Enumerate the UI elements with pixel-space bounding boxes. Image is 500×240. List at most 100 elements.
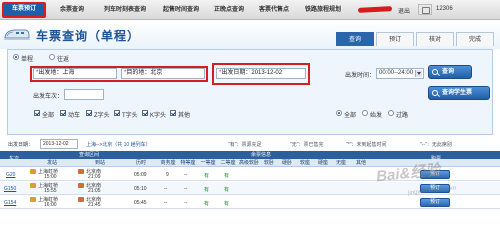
step-verify: 核对 <box>416 32 454 46</box>
train-number[interactable]: G154 <box>4 200 16 206</box>
nav-tab-ticket-booking[interactable]: 车票预订 <box>2 2 46 18</box>
checkbox-k[interactable] <box>142 110 148 116</box>
nav-tab-sale-time[interactable]: 起售时间查询 <box>157 3 205 17</box>
book-button[interactable]: 预订 <box>420 198 450 207</box>
checkbox-emu[interactable] <box>60 110 66 116</box>
table-row: G154 上海虹桥 16:00 北京南 21:45 05:45 -- -- 有 … <box>0 196 500 209</box>
col-query-range: 查询区间 <box>78 152 99 158</box>
checkbox-t[interactable] <box>114 110 120 116</box>
step-book: 预订 <box>376 32 414 46</box>
search-button[interactable]: 查询 <box>428 65 472 79</box>
step-done: 完成 <box>456 32 494 46</box>
to-time: 21:05 <box>88 188 101 194</box>
table-header-main: 车次 查询区间 余票信息 购票 <box>0 151 500 162</box>
page-title: 车票查询（单程） <box>36 29 141 43</box>
special-seats: -- <box>184 200 188 206</box>
legend-sold-out: "无"：票已售完 <box>290 142 324 148</box>
nav-tab-timetable[interactable]: 列车时刻表查询 <box>96 3 154 17</box>
radio-filter-all[interactable] <box>336 110 342 116</box>
page: 车票预订 余票查询 列车时刻表查询 起售时间查询 正晚点查询 客票代售点 铁路旅… <box>0 0 500 213</box>
train-number-label: 出发车次： <box>33 94 64 100</box>
departure-time-label: 出发时间： <box>345 73 376 79</box>
radio-filter-all-label: 全部 <box>344 113 357 119</box>
train-number-input[interactable] <box>64 89 104 100</box>
from-station-input[interactable]: *出发地：上海 <box>33 68 117 79</box>
first-class-seats: 有 <box>204 173 210 179</box>
to-station-input[interactable]: *目的地：北京 <box>121 68 205 79</box>
col-duration: 历时 <box>135 160 146 166</box>
top-navigation: 车票预订 余票查询 列车时刻表查询 起售时间查询 正晚点查询 客票代售点 铁路旅… <box>0 0 500 20</box>
col-first-class: 一等座 <box>200 160 216 166</box>
train-number[interactable]: G150 <box>4 186 16 192</box>
from-time: 15:55 <box>44 188 57 194</box>
special-seats: -- <box>184 186 188 192</box>
from-time: 15:00 <box>44 174 57 180</box>
duration: 05:45 <box>134 200 147 206</box>
checkbox-all-types[interactable] <box>34 110 40 116</box>
second-class-seats: 有 <box>224 201 230 207</box>
second-class-seats: 有 <box>224 187 230 193</box>
radio-filter-origin-label: 始发 <box>370 113 383 119</box>
query-panel: 单程 往返 *出发地：上海 *目的地：北京 *出发日期：2013-12-02 出… <box>7 49 493 135</box>
departure-time-select[interactable]: 00:00--24:00 <box>376 68 424 79</box>
radio-round-trip-label: 往返 <box>57 57 70 63</box>
nav-tab-remaining-tickets[interactable]: 余票查询 <box>50 3 94 17</box>
search-icon <box>432 90 438 96</box>
radio-round-trip[interactable] <box>49 54 55 60</box>
radio-filter-origin[interactable] <box>362 110 368 116</box>
col-soft-seat: 软座 <box>299 160 310 166</box>
origin-badge-icon <box>30 169 36 174</box>
origin-badge-icon <box>30 183 36 188</box>
checkbox-all-types-label: 全部 <box>42 113 55 119</box>
col-no-seat: 无座 <box>335 160 346 166</box>
first-class-seats: 有 <box>204 187 210 193</box>
terminal-badge-icon <box>78 183 84 188</box>
col-business: 商务座 <box>160 160 176 166</box>
business-seats: -- <box>164 186 168 192</box>
user-card-icon <box>418 4 432 15</box>
col-to-station: 到站 <box>94 160 105 166</box>
duration: 05:10 <box>134 186 147 192</box>
results-info-bar: 出发日期： 2013-12-02 上海-->北京（共 10 趟列车） "有"：票… <box>0 138 500 150</box>
col-other: 其他 <box>355 160 366 166</box>
checkbox-other[interactable] <box>170 110 176 116</box>
special-seats: -- <box>184 172 188 178</box>
train-icon <box>4 29 30 40</box>
from-time: 16:00 <box>44 202 57 208</box>
logout-link[interactable]: 退出 <box>398 6 410 15</box>
col-hard-sleeper: 硬卧 <box>281 160 292 166</box>
radio-filter-passing-label: 过路 <box>396 113 409 119</box>
radio-filter-passing[interactable] <box>388 110 394 116</box>
results-date-label: 出发日期： <box>8 142 34 148</box>
col-hard-seat: 硬座 <box>317 160 328 166</box>
search-icon <box>432 69 438 75</box>
radio-one-way-label: 单程 <box>21 57 34 63</box>
second-class-seats: 有 <box>224 173 230 179</box>
step-query: 查询 <box>336 32 374 46</box>
checkbox-emu-label: 动车 <box>68 113 81 119</box>
nav-tab-journey-planner[interactable]: 铁路旅程规划 <box>298 3 348 17</box>
results-date-input[interactable]: 2013-12-02 <box>40 139 78 149</box>
col-remaining-info: 余票信息 <box>250 152 271 158</box>
legend-available: "有"：票源充足 <box>228 142 262 148</box>
checkbox-z[interactable] <box>86 110 92 116</box>
checkbox-k-label: K字头 <box>150 113 167 119</box>
nav-tab-delay[interactable]: 正晚点查询 <box>208 3 250 17</box>
radio-one-way[interactable] <box>13 54 19 60</box>
train-number[interactable]: G20 <box>6 172 15 178</box>
student-search-button[interactable]: 查询学生票 <box>428 86 490 100</box>
business-seats: -- <box>164 200 168 206</box>
col-special: 特等座 <box>180 160 196 166</box>
to-time: 21:09 <box>88 174 101 180</box>
first-class-seats: 有 <box>204 201 210 207</box>
checkbox-t-label: T字头 <box>122 113 138 119</box>
checkbox-z-label: Z字头 <box>94 113 110 119</box>
departure-date-input[interactable]: *出发日期：2013-12-02 <box>216 68 306 79</box>
page-header: 车票查询（单程） 查询 预订 核对 完成 <box>0 21 500 49</box>
col-deluxe-sleeper: 高级软卧 <box>238 160 259 166</box>
legend-no-seat-class: "--"：无此席别 <box>420 142 452 148</box>
redacted-username-mark <box>357 6 393 13</box>
nav-tab-agents[interactable]: 客票代售点 <box>253 3 295 17</box>
duration: 05:09 <box>134 172 147 178</box>
checkbox-other-label: 其他 <box>178 113 191 119</box>
